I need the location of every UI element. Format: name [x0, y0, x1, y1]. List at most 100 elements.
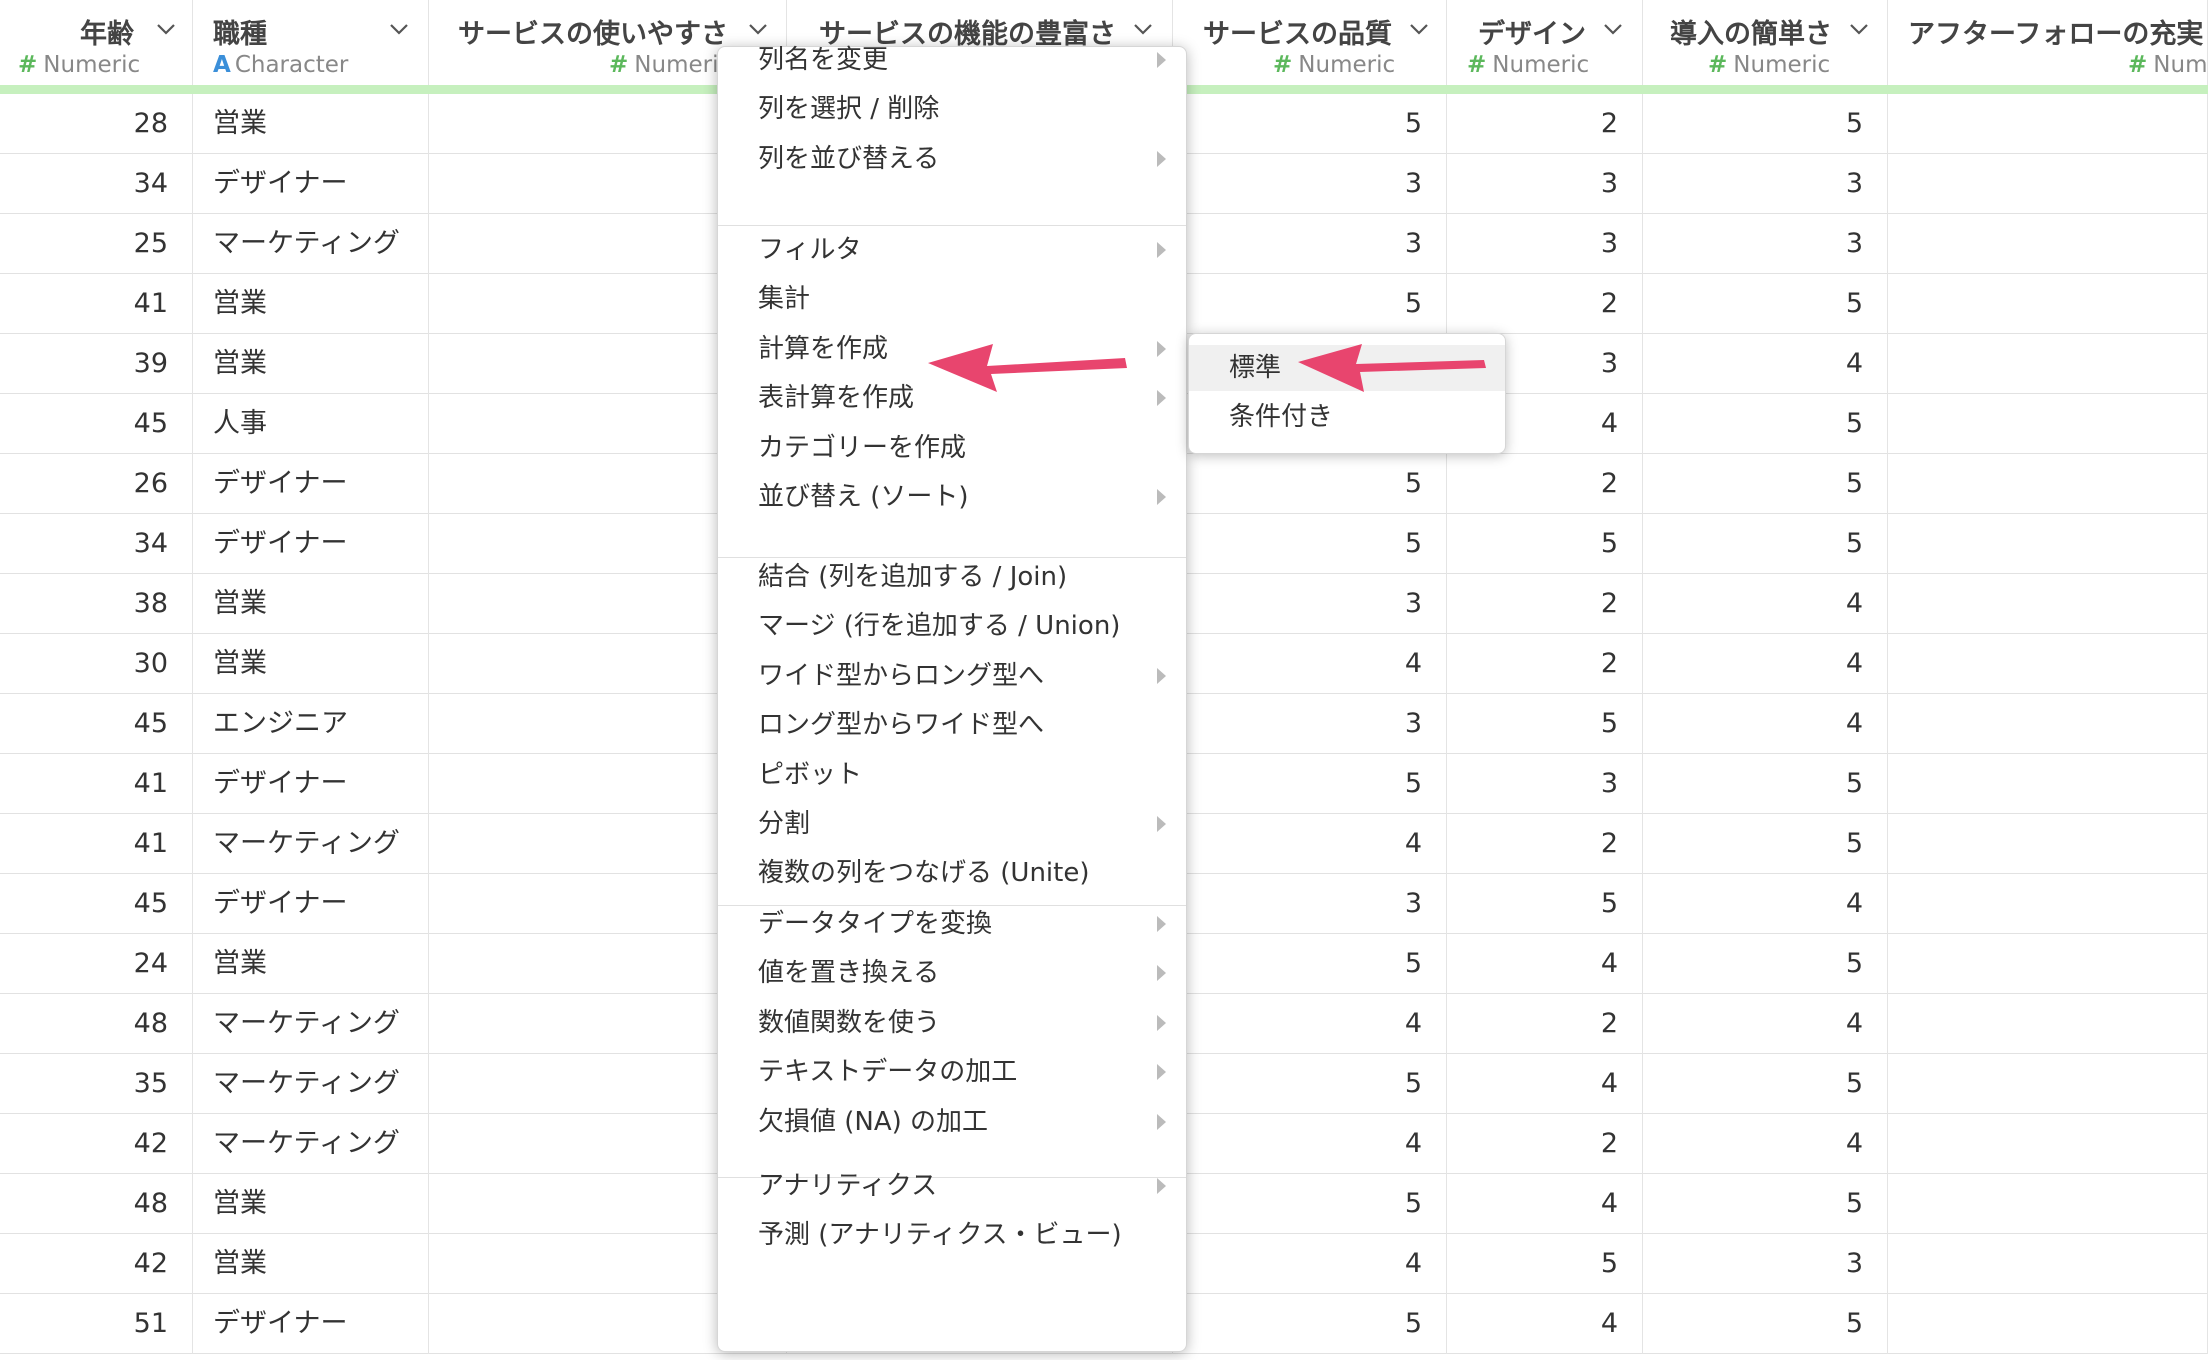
- table-cell[interactable]: 営業: [193, 634, 429, 694]
- table-cell[interactable]: [1888, 634, 2208, 694]
- table-cell[interactable]: 営業: [193, 274, 429, 334]
- table-cell[interactable]: 5: [1643, 1294, 1888, 1354]
- table-cell[interactable]: 2: [1447, 574, 1643, 634]
- table-cell[interactable]: 営業: [193, 94, 429, 154]
- table-cell[interactable]: [1888, 994, 2208, 1054]
- column-header[interactable]: サービスの品質 # Numeric: [1173, 0, 1447, 85]
- table-cell[interactable]: 45: [0, 394, 193, 454]
- table-cell[interactable]: 25: [0, 214, 193, 274]
- table-cell[interactable]: [1888, 814, 2208, 874]
- table-cell[interactable]: [1888, 154, 2208, 214]
- table-cell[interactable]: 5: [1643, 394, 1888, 454]
- table-cell[interactable]: 2: [1447, 814, 1643, 874]
- table-cell[interactable]: 4: [1447, 934, 1643, 994]
- table-cell[interactable]: デザイナー: [193, 874, 429, 934]
- table-cell[interactable]: 4: [1643, 694, 1888, 754]
- table-cell[interactable]: デザイナー: [193, 514, 429, 574]
- table-cell[interactable]: [1888, 1114, 2208, 1174]
- table-cell[interactable]: 5: [1447, 514, 1643, 574]
- table-cell[interactable]: 39: [0, 334, 193, 394]
- table-cell[interactable]: 4: [1173, 814, 1447, 874]
- table-cell[interactable]: 4: [1643, 334, 1888, 394]
- column-header[interactable]: デザイン # Numeric: [1447, 0, 1643, 85]
- table-cell[interactable]: 51: [0, 1294, 193, 1354]
- menu-item[interactable]: 列を選択 / 削除: [718, 86, 1186, 132]
- chevron-down-icon[interactable]: [388, 18, 410, 40]
- table-cell[interactable]: 5: [1173, 1054, 1447, 1114]
- table-cell[interactable]: 2: [1447, 994, 1643, 1054]
- menu-item[interactable]: マージ (行を追加する / Union): [718, 603, 1186, 649]
- table-cell[interactable]: 4: [1447, 1054, 1643, 1114]
- table-cell[interactable]: 4: [1643, 994, 1888, 1054]
- table-cell[interactable]: 営業: [193, 334, 429, 394]
- chevron-down-icon[interactable]: [155, 18, 177, 40]
- table-cell[interactable]: [1888, 1174, 2208, 1234]
- table-cell[interactable]: 5: [1173, 454, 1447, 514]
- table-cell[interactable]: 4: [1447, 1174, 1643, 1234]
- menu-item[interactable]: データタイプを変換: [718, 901, 1186, 947]
- table-cell[interactable]: 営業: [193, 934, 429, 994]
- table-cell[interactable]: 2: [1447, 1114, 1643, 1174]
- table-cell[interactable]: [1888, 694, 2208, 754]
- table-cell[interactable]: [1888, 94, 2208, 154]
- table-cell[interactable]: 5: [1173, 934, 1447, 994]
- table-cell[interactable]: 2: [1447, 274, 1643, 334]
- table-cell[interactable]: [1888, 1294, 2208, 1354]
- table-cell[interactable]: デザイナー: [193, 754, 429, 814]
- menu-item[interactable]: 列を並び替える: [718, 136, 1186, 182]
- submenu-item-conditional[interactable]: 条件付き: [1189, 394, 1505, 440]
- table-cell[interactable]: マーケティング: [193, 994, 429, 1054]
- table-cell[interactable]: 41: [0, 814, 193, 874]
- table-cell[interactable]: 5: [1643, 454, 1888, 514]
- table-cell[interactable]: マーケティング: [193, 814, 429, 874]
- menu-item[interactable]: 欠損値 (NA) の加工: [718, 1099, 1186, 1145]
- table-cell[interactable]: 4: [1173, 1234, 1447, 1294]
- table-cell[interactable]: 5: [1173, 1294, 1447, 1354]
- table-cell[interactable]: 3: [1643, 214, 1888, 274]
- table-cell[interactable]: 3: [1173, 694, 1447, 754]
- table-cell[interactable]: 営業: [193, 1174, 429, 1234]
- table-cell[interactable]: 38: [0, 574, 193, 634]
- table-cell[interactable]: 28: [0, 94, 193, 154]
- table-cell[interactable]: 3: [1447, 754, 1643, 814]
- table-cell[interactable]: 5: [1447, 694, 1643, 754]
- menu-item[interactable]: ピボット: [718, 752, 1186, 798]
- table-cell[interactable]: 5: [1447, 1234, 1643, 1294]
- table-cell[interactable]: 3: [1173, 574, 1447, 634]
- column-header[interactable]: アフターフォローの充実#Numeric: [1888, 0, 2208, 85]
- table-cell[interactable]: 4: [1643, 634, 1888, 694]
- menu-item[interactable]: カテゴリーを作成: [718, 425, 1186, 471]
- menu-item[interactable]: 列名を変更: [718, 37, 1186, 83]
- menu-item[interactable]: 数値関数を使う: [718, 1000, 1186, 1046]
- table-cell[interactable]: 48: [0, 994, 193, 1054]
- table-cell[interactable]: [1888, 874, 2208, 934]
- table-cell[interactable]: 4: [1643, 574, 1888, 634]
- column-header[interactable]: 年齢 # Numeric: [0, 0, 193, 85]
- chevron-down-icon[interactable]: [1408, 18, 1430, 40]
- table-cell[interactable]: 30: [0, 634, 193, 694]
- table-cell[interactable]: [1888, 1234, 2208, 1294]
- table-cell[interactable]: 5: [1173, 274, 1447, 334]
- menu-item[interactable]: フィルタ: [718, 227, 1186, 273]
- table-cell[interactable]: デザイナー: [193, 1294, 429, 1354]
- table-cell[interactable]: [1888, 574, 2208, 634]
- menu-item[interactable]: アナリティクス: [718, 1163, 1186, 1209]
- column-header[interactable]: 職種 A Character: [193, 0, 429, 85]
- table-cell[interactable]: 42: [0, 1114, 193, 1174]
- table-cell[interactable]: 41: [0, 274, 193, 334]
- menu-item[interactable]: ロング型からワイド型へ: [718, 702, 1186, 748]
- table-cell[interactable]: 営業: [193, 574, 429, 634]
- table-cell[interactable]: 5: [1643, 934, 1888, 994]
- table-cell[interactable]: 3: [1173, 154, 1447, 214]
- table-cell[interactable]: 4: [1643, 1114, 1888, 1174]
- table-cell[interactable]: 5: [1643, 754, 1888, 814]
- table-cell[interactable]: [1888, 214, 2208, 274]
- table-cell[interactable]: 42: [0, 1234, 193, 1294]
- table-cell[interactable]: [1888, 514, 2208, 574]
- table-cell[interactable]: 2: [1447, 454, 1643, 514]
- table-cell[interactable]: 人事: [193, 394, 429, 454]
- table-cell[interactable]: [1888, 934, 2208, 994]
- menu-item[interactable]: 分割: [718, 801, 1186, 847]
- table-cell[interactable]: 2: [1447, 94, 1643, 154]
- menu-item[interactable]: 複数の列をつなげる (Unite): [718, 850, 1186, 896]
